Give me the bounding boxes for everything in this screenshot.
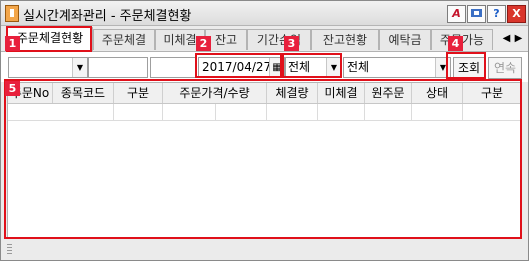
font-a-icon[interactable]: A <box>447 5 466 23</box>
order-type-value: 전체 <box>288 60 311 74</box>
annotation-badge-1: 1 <box>5 36 20 51</box>
tab-balance-status[interactable]: 잔고현황 <box>311 29 379 50</box>
pin-icon[interactable] <box>467 5 486 23</box>
order-execution-grid[interactable]: 주문No 종목코드 구분 주문가격/수량 체결량 미체결 원주문 상태 구분 <box>7 82 522 239</box>
tab-period-pnl[interactable]: 기간손익 <box>247 29 311 50</box>
chevron-down-icon[interactable]: ▼ <box>435 58 450 77</box>
status-select[interactable]: 전체 ▼ <box>343 57 451 78</box>
account-select[interactable]: ▼ <box>8 57 88 78</box>
tab-next-icon[interactable]: ▶ <box>513 31 524 47</box>
help-icon[interactable]: ? <box>487 5 506 23</box>
continue-button[interactable]: 연속 <box>488 57 522 79</box>
tab-order-execution[interactable]: 주문체결 <box>93 29 155 50</box>
status-value: 전체 <box>347 60 370 74</box>
window-title: 실시간계좌관리 - 주문체결현황 <box>23 9 192 24</box>
chevron-down-icon[interactable]: ▼ <box>326 58 341 77</box>
annotation-badge-5: 5 <box>5 81 20 96</box>
col-original-order[interactable]: 원주문 <box>365 83 411 103</box>
title-bar: 실시간계좌관리 - 주문체결현황 A ? X <box>1 1 528 26</box>
annotation-badge-3: 3 <box>284 36 299 51</box>
col-status[interactable]: 상태 <box>412 83 462 103</box>
col-executed-qty[interactable]: 체결량 <box>267 83 317 103</box>
col-stock-code[interactable]: 종목코드 <box>53 83 113 103</box>
close-icon[interactable]: X <box>507 5 526 23</box>
chevron-down-icon[interactable]: ▼ <box>72 58 87 77</box>
tab-deposit[interactable]: 예탁금 <box>379 29 431 50</box>
annotation-badge-4: 4 <box>448 36 463 51</box>
col-type[interactable]: 구분 <box>114 83 162 103</box>
date-field[interactable]: 2017/04/27 ▦ <box>198 57 285 78</box>
tab-balance[interactable]: 잔고 <box>205 29 247 50</box>
grid-header: 주문No 종목코드 구분 주문가격/수량 체결량 미체결 원주문 상태 구분 <box>8 83 521 104</box>
order-type-select[interactable]: 전체 ▼ <box>285 57 342 78</box>
app-icon <box>5 5 19 22</box>
stock-code-field[interactable] <box>150 57 196 78</box>
calendar-icon[interactable]: ▦ <box>269 58 284 77</box>
resize-grip-icon[interactable] <box>7 244 12 254</box>
table-row[interactable] <box>8 104 521 121</box>
col-unexecuted[interactable]: 미체결 <box>318 83 364 103</box>
query-toolbar: ▼ 2017/04/27 ▦ 전체 ▼ 전체 ▼ 조회 연속 <box>1 51 528 82</box>
status-bar <box>7 242 520 256</box>
annotation-badge-2: 2 <box>196 36 211 51</box>
col-type-2[interactable]: 구분 <box>463 83 521 103</box>
col-order-price-qty[interactable]: 주문가격/수량 <box>163 83 266 103</box>
date-value: 2017/04/27 <box>202 60 272 74</box>
tab-prev-icon[interactable]: ◀ <box>501 31 512 47</box>
search-button[interactable]: 조회 <box>453 57 485 79</box>
account-password-field[interactable] <box>88 57 148 78</box>
